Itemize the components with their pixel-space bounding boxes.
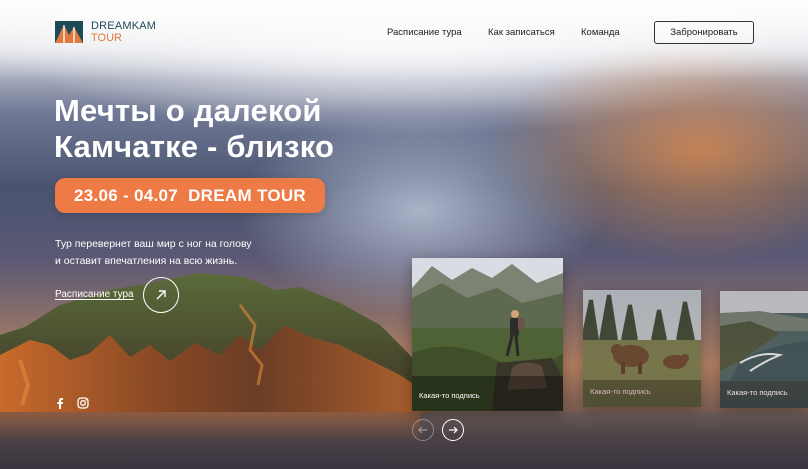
facebook-icon[interactable] <box>54 397 66 409</box>
nav-schedule[interactable]: Расписание тура <box>387 27 462 38</box>
card-caption: Какая-то подпись <box>727 388 788 397</box>
tour-card-1[interactable]: Какая-то подпись <box>412 258 563 411</box>
arrow-left-icon <box>418 426 427 434</box>
date-badge: 23.06 - 04.07 DREAM TOUR <box>55 178 325 213</box>
arrow-up-right-button[interactable] <box>143 277 179 313</box>
schedule-link[interactable]: Расписание тура <box>55 289 134 300</box>
card-caption: Какая-то подпись <box>590 387 651 396</box>
nav-team[interactable]: Команда <box>581 27 620 38</box>
hiker-photo <box>412 258 563 411</box>
card-caption: Какая-то подпись <box>419 391 480 400</box>
arrow-up-right-icon <box>156 290 166 300</box>
logo-mountain-icon <box>55 21 83 43</box>
header: DREAMKAM TOUR Расписание тура Как записа… <box>0 0 808 64</box>
arrow-right-icon <box>449 426 458 434</box>
logo[interactable]: DREAMKAM TOUR <box>55 20 156 44</box>
tour-card-3[interactable]: Какая-то подпись <box>720 291 808 408</box>
instagram-icon[interactable] <box>77 397 89 409</box>
tour-card-2[interactable]: Какая-то подпись <box>583 290 701 407</box>
hero-description: Тур перевернет ваш мир с ног на голову и… <box>55 238 252 267</box>
brand-sub: TOUR <box>91 32 122 44</box>
brand-name: DREAMKAM <box>91 20 157 32</box>
mountain-image <box>0 273 430 415</box>
nav-how-to-join[interactable]: Как записаться <box>488 27 555 38</box>
hero-title: Мечты о далекой Камчатке - близко <box>54 93 335 164</box>
prev-slide-button[interactable] <box>412 419 434 441</box>
next-slide-button[interactable] <box>442 419 464 441</box>
book-button[interactable]: Забронировать <box>654 21 754 44</box>
